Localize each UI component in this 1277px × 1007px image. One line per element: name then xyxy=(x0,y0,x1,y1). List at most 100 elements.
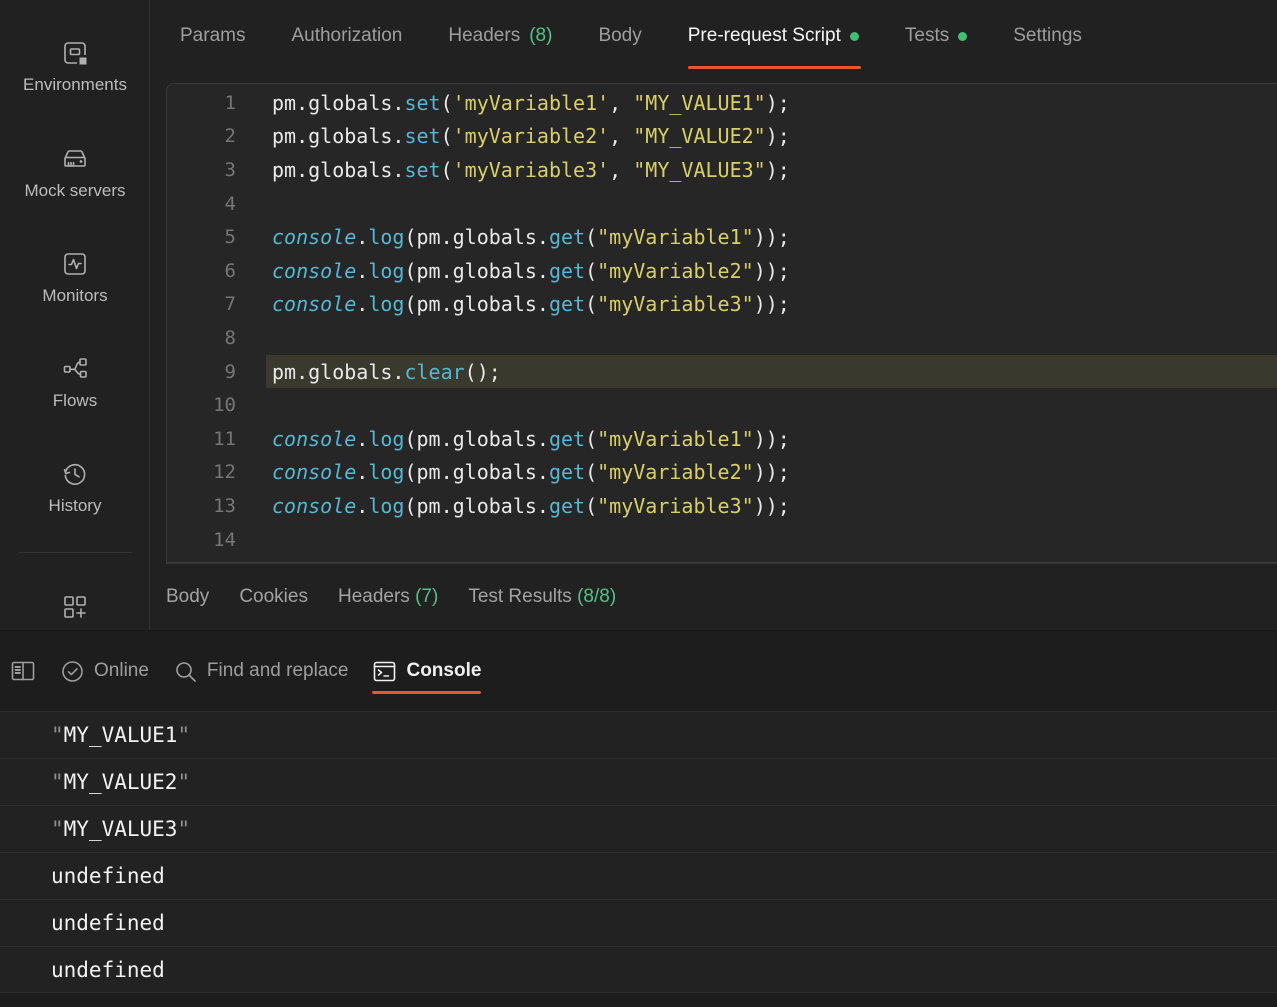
code-line[interactable]: 3 pm.globals. set('myVariable3', "MY_VALUE… xyxy=(167,153,1277,187)
response-headers-count-badge: (7) xyxy=(415,586,439,607)
script-editor[interactable]: 1 pm.globals. set('myVariable1', "MY_VALUE… xyxy=(166,83,1277,563)
code-text: pm.globals. set('myVariable2', "MY_VALUE2… xyxy=(272,124,790,149)
online-status[interactable]: Online xyxy=(60,631,149,711)
line-number: 11 xyxy=(213,427,236,450)
tab-params[interactable]: Params xyxy=(180,0,245,72)
line-number: 14 xyxy=(213,528,236,551)
console-log-row[interactable]: undefined xyxy=(0,899,1277,946)
line-number: 2 xyxy=(224,125,236,148)
tab-pre-request-script[interactable]: Pre-request Script xyxy=(687,0,862,72)
console-log-row[interactable]: undefined xyxy=(0,852,1277,899)
console-tab[interactable]: Console xyxy=(372,631,481,711)
code-line[interactable]: 11 console. log (pm.globals. get("myVariable… xyxy=(167,422,1277,456)
code-line[interactable]: 5 console. log (pm.globals. get("myVariable1… xyxy=(167,220,1277,254)
code-text: console. log (pm.globals. get("myVariable1"… xyxy=(272,225,790,250)
quote-mark: " xyxy=(177,817,191,841)
code-line[interactable]: 14 xyxy=(167,523,1277,557)
sidebar-item-label: Monitors xyxy=(42,286,108,305)
console-log-row[interactable]: undefined xyxy=(0,946,1277,993)
tab-headers[interactable]: Headers (8) xyxy=(448,0,552,72)
green-dot-indicator xyxy=(849,31,859,41)
sidebar-item-history[interactable]: History xyxy=(0,459,150,516)
quote-mark: " xyxy=(51,723,64,747)
gutter-gap xyxy=(236,288,266,322)
code-line[interactable]: 12 console. log (pm.globals. get("myVariable… xyxy=(167,456,1277,490)
log-value: undefined xyxy=(51,911,165,935)
green-dot-indicator xyxy=(958,31,968,41)
grid-plus-icon xyxy=(64,596,86,618)
sidebar-item-environments[interactable]: Environments xyxy=(0,38,150,95)
sidebar-toggle-button[interactable] xyxy=(10,658,36,684)
request-tabs: Params Authorization Headers (8) Body Pr… xyxy=(151,0,1277,72)
gutter-gap xyxy=(236,456,266,490)
flows-icon xyxy=(63,358,87,378)
quote-mark: " xyxy=(177,723,191,747)
quote-mark: " xyxy=(51,817,64,841)
code-text: console. log (pm.globals. get("myVariable2"… xyxy=(272,258,790,283)
sidebar-item-monitors[interactable]: Monitors xyxy=(0,249,150,306)
tab-authorization[interactable]: Authorization xyxy=(291,0,402,72)
code-line[interactable]: 9 pm.globals. clear (); xyxy=(167,354,1277,389)
online-check-icon xyxy=(62,660,83,682)
gutter-gap xyxy=(236,489,266,523)
sidebar-item-label: History xyxy=(48,496,102,515)
tab-label: Settings xyxy=(1013,25,1082,46)
code-text: console. log (pm.globals. get("myVariable3"… xyxy=(272,493,790,518)
response-tab-body[interactable]: Body xyxy=(166,586,209,608)
line-number: 9 xyxy=(224,360,236,383)
code-text: pm.globals. clear (); xyxy=(266,354,1277,389)
console-terminal-icon xyxy=(374,661,396,681)
console-log-row[interactable]: " MY_VALUE1 " xyxy=(0,711,1277,758)
response-tab-headers[interactable]: Headers (7) xyxy=(338,586,438,608)
sidebar-item-label: Environments xyxy=(23,75,127,94)
code-line[interactable]: 8 xyxy=(167,321,1277,355)
sidebar-item-flows[interactable]: Flows xyxy=(0,354,150,411)
gutter-gap xyxy=(236,254,266,288)
code-text: console. log (pm.globals. get("myVariable2"… xyxy=(272,460,790,485)
code-line[interactable]: 10 xyxy=(167,388,1277,422)
console-label: Console xyxy=(406,660,482,681)
response-tab-test-results[interactable]: Test Results (8/8) xyxy=(468,586,616,608)
sidebar: Environments Mock servers Monitors Flows… xyxy=(0,0,150,630)
sidebar-divider xyxy=(18,552,132,553)
code-line[interactable]: 1 pm.globals. set('myVariable1', "MY_VALUE… xyxy=(167,86,1277,120)
console-log-row[interactable]: " MY_VALUE3 " xyxy=(0,805,1277,852)
code-lines: 1 pm.globals. set('myVariable1', "MY_VALUE… xyxy=(167,86,1277,556)
console-toolbar: Online Find and replace Console xyxy=(0,631,1277,711)
tab-label: Cookies xyxy=(239,586,308,607)
line-number: 6 xyxy=(224,259,236,282)
log-value: undefined xyxy=(51,864,165,888)
code-line[interactable]: 6 console. log (pm.globals. get("myVariable2… xyxy=(167,254,1277,288)
response-tab-cookies[interactable]: Cookies xyxy=(239,586,308,608)
gutter-gap xyxy=(236,220,266,254)
console-panel: Online Find and replace Console " MY_VALU… xyxy=(0,630,1277,1007)
line-number: 12 xyxy=(213,461,236,484)
tab-label: Authorization xyxy=(291,25,403,46)
code-line[interactable]: 4 xyxy=(167,187,1277,221)
code-text: pm.globals. set('myVariable3', "MY_VALUE3… xyxy=(272,157,790,182)
code-line[interactable]: 7 console. log (pm.globals. get("myVariable3… xyxy=(167,288,1277,322)
line-number: 13 xyxy=(213,494,236,517)
log-value: MY_VALUE3 xyxy=(63,817,178,841)
sidebar-configure-button[interactable] xyxy=(0,592,150,627)
console-log-row[interactable]: " MY_VALUE2 " xyxy=(0,758,1277,805)
tab-tests[interactable]: Tests xyxy=(904,0,968,72)
code-line[interactable]: 13 console. log (pm.globals. get("myVariable… xyxy=(167,489,1277,523)
sidebar-item-label: Mock servers xyxy=(24,181,126,200)
sidebar-item-mock-servers[interactable]: Mock servers xyxy=(0,144,150,201)
find-and-replace-button[interactable]: Find and replace xyxy=(173,631,348,711)
tab-label: Tests xyxy=(904,25,950,46)
tab-settings[interactable]: Settings xyxy=(1013,0,1082,72)
code-text: console. log (pm.globals. get("myVariable1"… xyxy=(272,426,790,451)
line-number: 3 xyxy=(224,158,236,181)
tab-label: Body xyxy=(166,586,210,607)
code-line[interactable]: 2 pm.globals. set('myVariable2', "MY_VALUE… xyxy=(167,120,1277,154)
tab-body[interactable]: Body xyxy=(598,0,641,72)
test-results-count-badge: (8/8) xyxy=(577,586,617,607)
environments-icon xyxy=(64,42,88,66)
gutter-gap xyxy=(236,86,266,120)
